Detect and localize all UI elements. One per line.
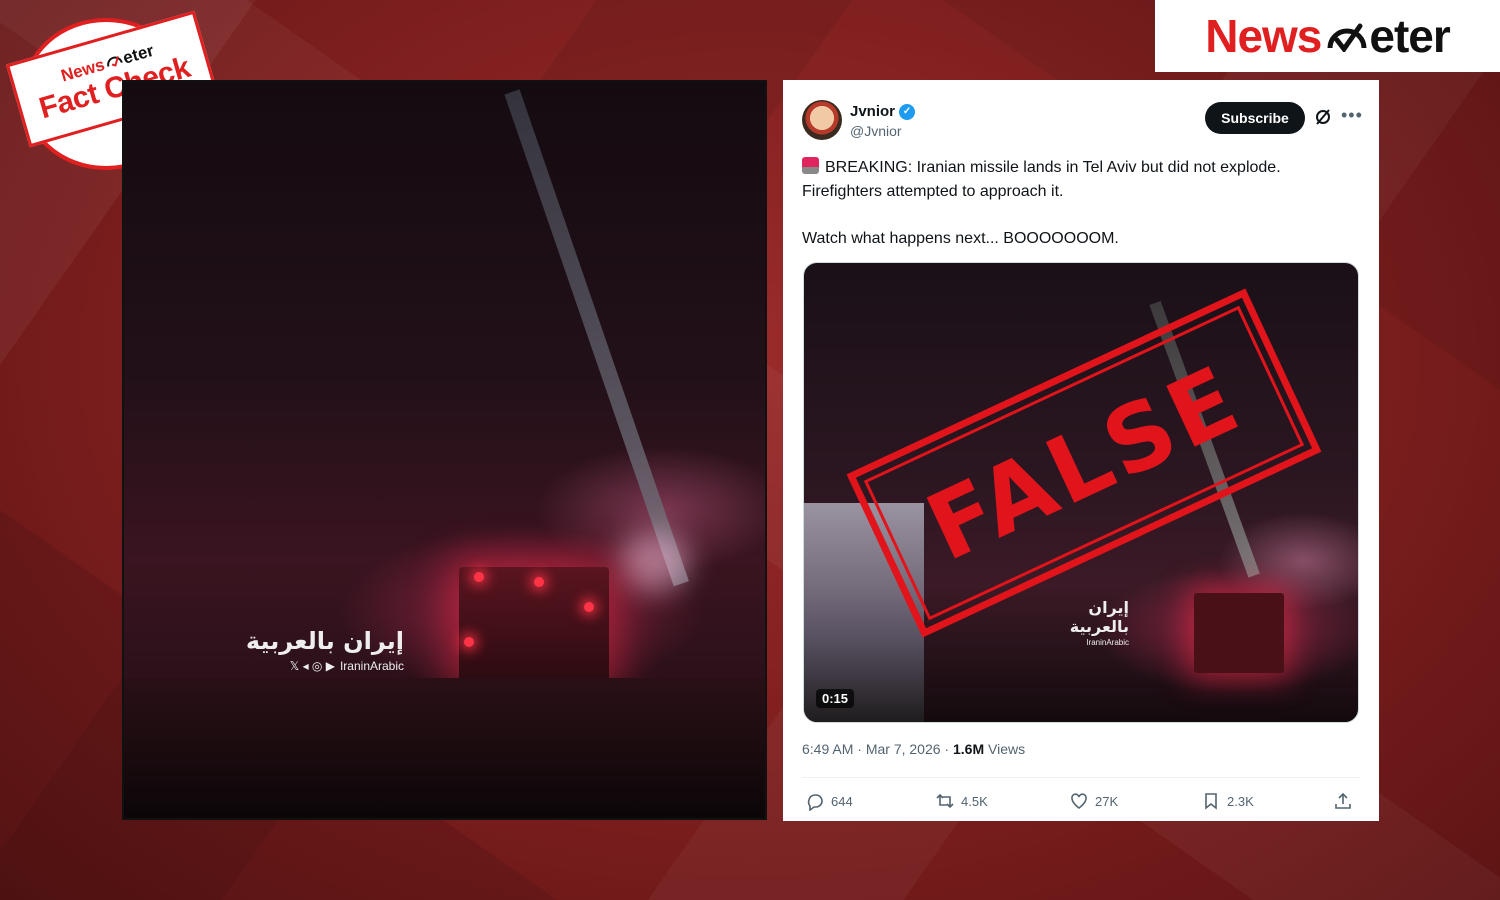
watermark-handle: IraninArabic <box>1086 638 1129 647</box>
siren-light <box>464 637 474 647</box>
ladder-shape <box>504 89 689 587</box>
repost-count: 4.5K <box>961 793 988 809</box>
reply-button[interactable]: 644 <box>805 791 853 811</box>
more-icon[interactable]: ••• <box>1341 105 1363 126</box>
author-handle[interactable]: @Jvnior <box>850 123 902 139</box>
author-name-row[interactable]: Jvnior ✓ <box>850 103 916 120</box>
social-icons: 𝕏 ◂ ◎ ▶ <box>289 659 335 673</box>
tweet-paragraph-2: Watch what happens next... BOOOOOOOM. <box>802 230 1119 247</box>
tweet-time[interactable]: 6:49 AM <box>802 741 853 757</box>
like-button[interactable]: 27K <box>1069 791 1118 811</box>
watermark-handle: IraninArabic <box>339 659 404 673</box>
views-count: 1.6M <box>953 741 985 757</box>
tweet-timestamp[interactable]: 6:49 AM · Mar 7, 2026 · 1.6M Views <box>802 741 1025 757</box>
views-label: Views <box>988 741 1026 757</box>
light-glow <box>619 532 689 592</box>
author-name[interactable]: Jvnior <box>850 103 895 120</box>
tweet-text: BREAKING: Iranian missile lands in Tel A… <box>802 156 1362 274</box>
tweet-date[interactable]: Mar 7, 2026 <box>866 741 941 757</box>
road-shape <box>124 678 765 818</box>
share-icon <box>1335 792 1351 809</box>
false-stamp: FALSE <box>846 288 1322 638</box>
left-video-frame: إيران بالعربية 𝕏 ◂ ◎ ▶ IraninArabic <box>122 80 767 820</box>
tweet-video[interactable]: إيران بالعربية IraninArabic FALSE 0:15 <box>803 262 1359 723</box>
tweet-card: Jvnior ✓ @Jvnior Subscribe ••• BREAKING:… <box>783 80 1379 821</box>
brand-left-text: News <box>1205 10 1322 62</box>
watermark-social: 𝕏 ◂ ◎ ▶ IraninArabic <box>244 659 404 673</box>
reply-icon <box>807 794 823 811</box>
avatar[interactable] <box>802 100 842 140</box>
meter-icon <box>1327 23 1367 52</box>
action-bar: 644 4.5K 27K 2.3K <box>805 791 1353 811</box>
tweet-text-line1: BREAKING: Iranian missile lands in Tel A… <box>802 159 1281 200</box>
grok-icon[interactable] <box>1314 108 1332 126</box>
newsmeter-logo[interactable]: News eter <box>1155 0 1500 72</box>
brand-right-text: eter <box>1369 10 1450 62</box>
subscribe-button[interactable]: Subscribe <box>1205 102 1305 134</box>
bookmark-button[interactable]: 2.3K <box>1201 791 1254 811</box>
reply-count: 644 <box>831 793 853 809</box>
bookmark-icon <box>1205 793 1217 810</box>
siren-light <box>474 572 484 582</box>
like-icon <box>1071 793 1087 809</box>
divider <box>802 777 1360 778</box>
repost-button[interactable]: 4.5K <box>935 791 988 811</box>
siren-light <box>534 577 544 587</box>
verified-icon: ✓ <box>899 103 916 120</box>
bookmark-count: 2.3K <box>1227 793 1254 809</box>
false-stamp-text: FALSE <box>911 344 1257 582</box>
video-duration: 0:15 <box>816 689 855 708</box>
tweet-paragraph-1: BREAKING: Iranian missile lands in Tel A… <box>802 156 1362 204</box>
watermark-arabic: إيران بالعربية <box>245 627 404 655</box>
watermark-arabic: إيران بالعربية <box>1069 598 1129 636</box>
repost-icon <box>936 793 954 809</box>
brand-right: eter <box>1321 9 1451 63</box>
fire-truck-shape <box>1194 593 1284 673</box>
siren-icon <box>802 157 819 174</box>
like-count: 27K <box>1095 793 1119 809</box>
share-button[interactable] <box>1333 791 1353 811</box>
video-watermark: إيران بالعربية IraninArabic <box>1029 598 1129 647</box>
siren-light <box>584 602 594 612</box>
video-watermark: إيران بالعربية 𝕏 ◂ ◎ ▶ IraninArabic <box>244 627 404 673</box>
